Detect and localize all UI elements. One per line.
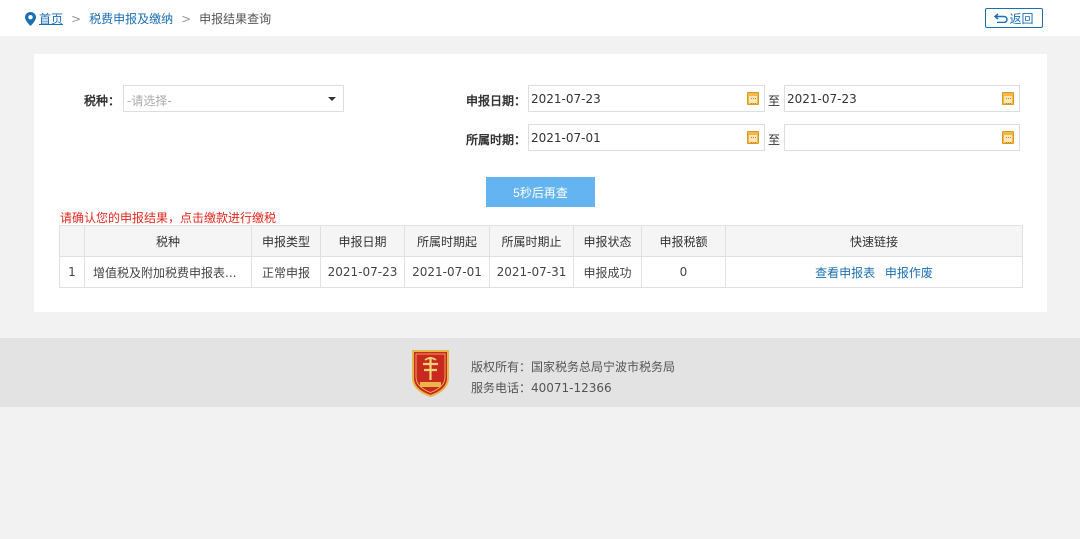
column-header: 申报税额 xyxy=(641,225,726,257)
period-label: 所属时期： xyxy=(466,133,527,147)
declare-date-cell: 2021-07-23 xyxy=(320,256,405,288)
column-header: 所属时期起 xyxy=(404,225,490,257)
warning-message: 请确认您的申报结果，点击缴款进行缴税 xyxy=(60,211,277,225)
column-header: 申报日期 xyxy=(320,225,405,257)
declare-date-label: 申报日期： xyxy=(466,94,527,108)
breadcrumb-home-link[interactable]: 首页 xyxy=(39,10,63,27)
column-header: 申报状态 xyxy=(573,225,642,257)
breadcrumb-section-link[interactable]: 税费申报及缴纳 xyxy=(89,10,173,27)
back-button-label: 返回 xyxy=(1009,11,1034,26)
declare-date-from-value: 2021-07-23 xyxy=(531,92,601,106)
breadcrumb-separator: > xyxy=(181,11,192,26)
tax-type-cell: 增值税及附加税费申报表... xyxy=(84,256,252,288)
breadcrumb-current: 申报结果查询 xyxy=(199,12,272,26)
amount-cell: 0 xyxy=(641,256,726,288)
column-header xyxy=(59,225,85,257)
period-to-input[interactable] xyxy=(784,124,1020,151)
period-from-input[interactable]: 2021-07-01 xyxy=(528,124,765,151)
footer-info: 版权所有：国家税务总局宁波市税务局 服务电话：40071-12366 xyxy=(471,357,675,399)
breadcrumb: 首页 > 税费申报及缴纳 > 申报结果查询 xyxy=(25,10,271,27)
calendar-icon[interactable] xyxy=(747,92,759,105)
back-button[interactable]: 返回 xyxy=(985,8,1043,28)
calendar-icon[interactable] xyxy=(1002,92,1014,105)
breadcrumb-separator: > xyxy=(71,11,82,26)
declare-date-to-input[interactable]: 2021-07-23 xyxy=(784,85,1020,112)
tax-type-select[interactable]: -请选择- xyxy=(123,85,344,112)
view-declaration-link[interactable]: 查看申报表 xyxy=(815,266,875,280)
declare-date-to-value: 2021-07-23 xyxy=(787,92,857,106)
status-cell: 申报成功 xyxy=(573,256,642,288)
tax-bureau-emblem-icon xyxy=(412,350,449,397)
period-start-cell: 2021-07-01 xyxy=(404,256,490,288)
location-pin-icon xyxy=(25,11,36,26)
footer: 版权所有：国家税务总局宁波市税务局 服务电话：40071-12366 xyxy=(0,338,1080,407)
tax-type-placeholder: -请选择- xyxy=(127,94,172,108)
table-header-row: 税种 申报类型 申报日期 所属时期起 所属时期止 申报状态 申报税额 快速链接 xyxy=(59,225,1023,257)
tax-type-label: 税种： xyxy=(84,94,121,108)
footer-copyright: 版权所有：国家税务总局宁波市税务局 xyxy=(471,360,676,374)
to-label: 至 xyxy=(768,133,781,147)
column-header: 所属时期止 xyxy=(489,225,574,257)
void-declaration-link[interactable]: 申报作废 xyxy=(885,266,933,280)
result-table: 税种 申报类型 申报日期 所属时期起 所属时期止 申报状态 申报税额 快速链接 … xyxy=(59,225,1023,288)
table-row: 1 增值税及附加税费申报表... 正常申报 2021-07-23 2021-07… xyxy=(59,256,1023,288)
to-label: 至 xyxy=(768,94,781,108)
column-header: 申报类型 xyxy=(251,225,321,257)
column-header: 税种 xyxy=(84,225,252,257)
query-panel: 税种： -请选择- 申报日期： 2021-07-23 至 2021-07-23 … xyxy=(34,54,1047,312)
column-header: 快速链接 xyxy=(725,225,1023,257)
declare-type-cell: 正常申报 xyxy=(251,256,321,288)
footer-phone: 服务电话：40071-12366 xyxy=(471,381,612,395)
recheck-button[interactable]: 5秒后再查 xyxy=(486,177,595,207)
calendar-icon[interactable] xyxy=(747,131,759,144)
period-end-cell: 2021-07-31 xyxy=(489,256,574,288)
return-arrow-icon xyxy=(994,13,1009,23)
chevron-down-icon xyxy=(328,97,336,101)
declare-date-from-input[interactable]: 2021-07-23 xyxy=(528,85,765,112)
top-bar: 首页 > 税费申报及缴纳 > 申报结果查询 返回 xyxy=(0,0,1080,36)
period-from-value: 2021-07-01 xyxy=(531,131,601,145)
row-index: 1 xyxy=(59,256,85,288)
quick-links-cell: 查看申报表 申报作废 xyxy=(725,256,1023,288)
calendar-icon[interactable] xyxy=(1002,131,1014,144)
